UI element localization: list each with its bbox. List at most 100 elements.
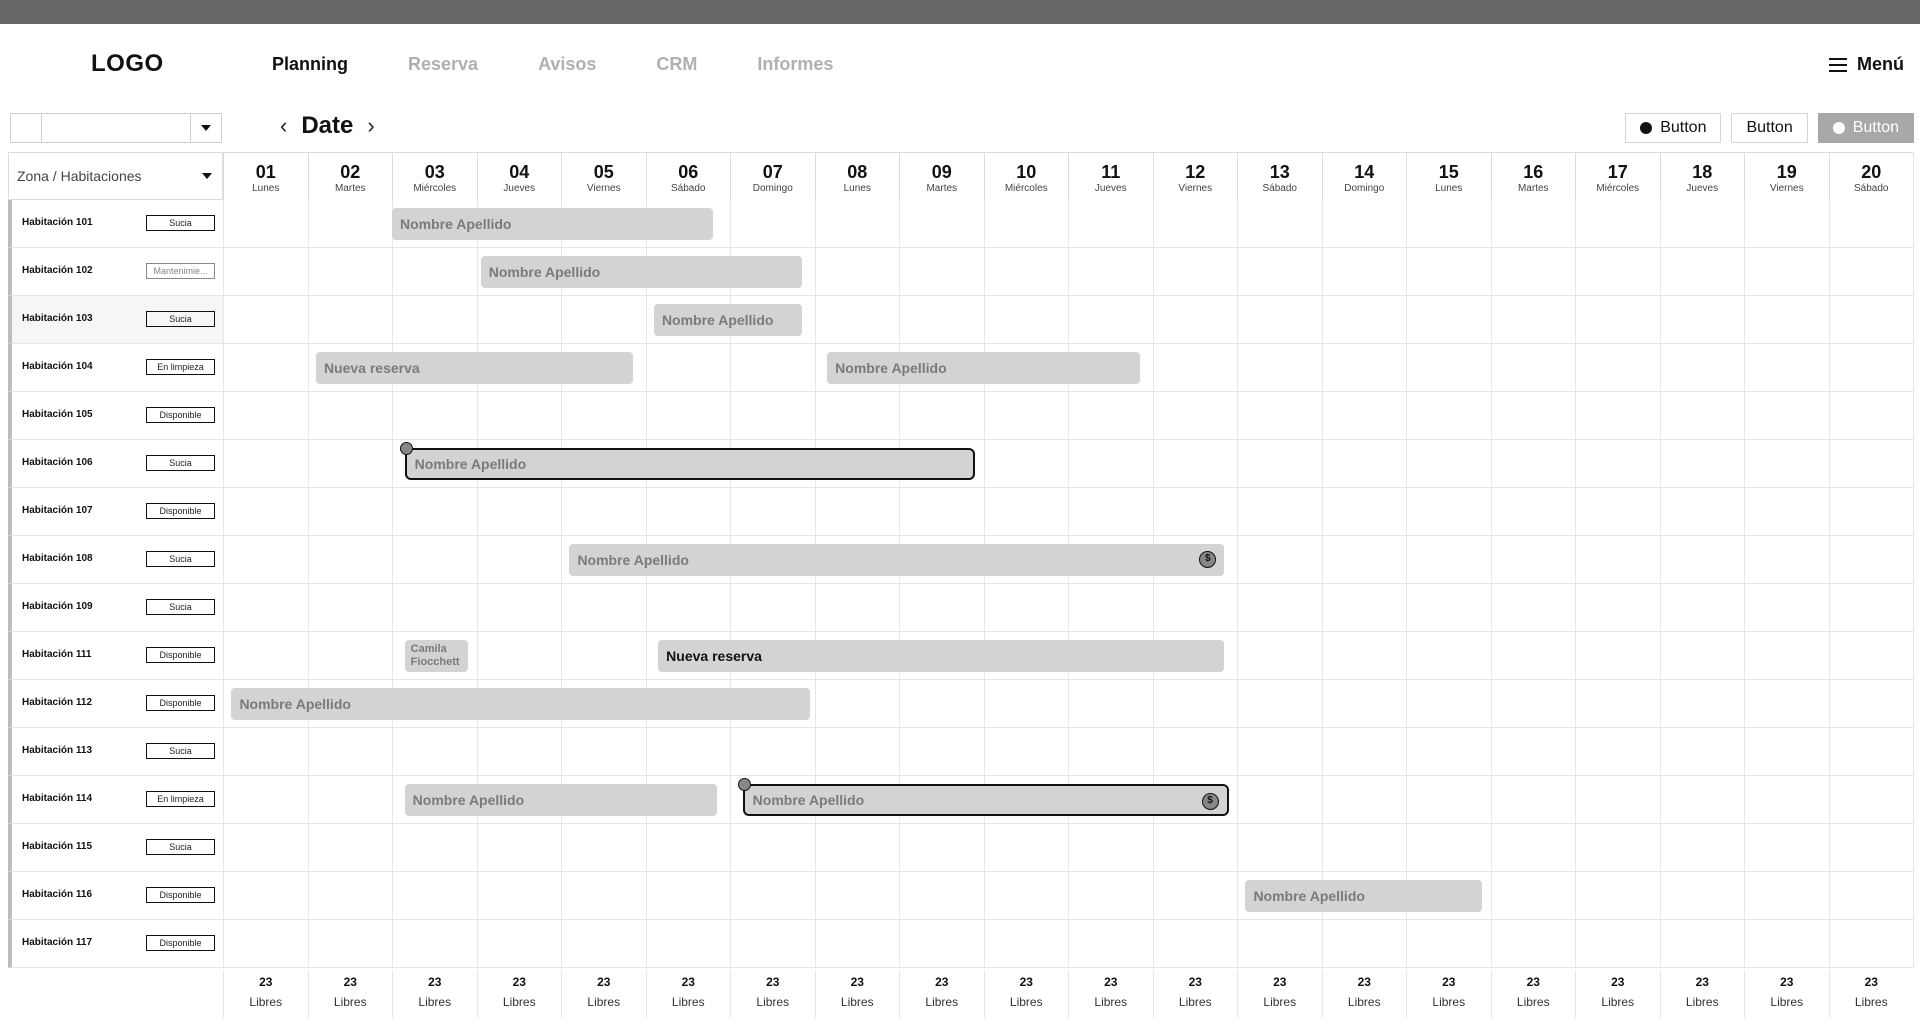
calendar-cell[interactable]: [1744, 680, 1829, 728]
calendar-cell[interactable]: [1237, 488, 1322, 536]
calendar-cell[interactable]: [561, 920, 646, 968]
calendar-cell[interactable]: [1490, 872, 1575, 920]
calendar-cell[interactable]: [1744, 536, 1829, 584]
calendar-cell[interactable]: [899, 200, 984, 248]
calendar-cell[interactable]: [1321, 248, 1406, 296]
calendar-cell[interactable]: [1152, 824, 1237, 872]
calendar-cell[interactable]: [1659, 776, 1744, 824]
calendar-cell[interactable]: [1575, 344, 1660, 392]
secondary-button[interactable]: Button: [1731, 113, 1808, 143]
calendar-cell[interactable]: [223, 200, 308, 248]
nav-informes[interactable]: Informes: [757, 54, 833, 75]
calendar-cell[interactable]: [1406, 392, 1491, 440]
calendar-cell[interactable]: [1152, 344, 1237, 392]
primary-button[interactable]: Button: [1625, 113, 1722, 143]
calendar-cell[interactable]: [307, 776, 392, 824]
calendar-cell[interactable]: [814, 920, 899, 968]
room-status-badge[interactable]: Disponible: [146, 647, 215, 663]
booking-bar[interactable]: Nombre Apellido: [653, 304, 802, 336]
calendar-cell[interactable]: [1406, 680, 1491, 728]
calendar-cell[interactable]: [814, 296, 899, 344]
calendar-cell[interactable]: [1406, 776, 1491, 824]
calendar-cell[interactable]: [1490, 776, 1575, 824]
calendar-cell[interactable]: [1575, 728, 1660, 776]
calendar-cell[interactable]: [1237, 824, 1322, 872]
calendar-cell[interactable]: [307, 920, 392, 968]
room-row-label[interactable]: Habitación 102 Mantenimie...: [8, 248, 223, 296]
calendar-cell[interactable]: [1744, 296, 1829, 344]
calendar-cell[interactable]: [1575, 536, 1660, 584]
calendar-cell[interactable]: [1659, 584, 1744, 632]
calendar-cell[interactable]: [307, 632, 392, 680]
nav-avisos[interactable]: Avisos: [538, 54, 596, 75]
calendar-cell[interactable]: [476, 872, 561, 920]
calendar-cell[interactable]: [1490, 488, 1575, 536]
calendar-cell[interactable]: [983, 680, 1068, 728]
nav-planning[interactable]: Planning: [272, 54, 348, 75]
menu-button[interactable]: Menú: [1829, 54, 1904, 75]
calendar-cell[interactable]: [814, 680, 899, 728]
calendar-cell[interactable]: [1490, 680, 1575, 728]
calendar-cell[interactable]: [1744, 248, 1829, 296]
calendar-cell[interactable]: [223, 776, 308, 824]
room-status-badge[interactable]: Disponible: [146, 695, 215, 711]
calendar-cell[interactable]: [1744, 728, 1829, 776]
room-status-badge[interactable]: Mantenimie...: [146, 263, 215, 279]
room-status-badge[interactable]: En limpieza: [146, 791, 215, 807]
calendar-cell[interactable]: [1237, 200, 1322, 248]
room-row-label[interactable]: Habitación 106 Sucia: [8, 440, 223, 488]
calendar-cell[interactable]: [1828, 872, 1913, 920]
calendar-cell[interactable]: [1237, 392, 1322, 440]
room-row-label[interactable]: Habitación 105 Disponible: [8, 392, 223, 440]
calendar-cell[interactable]: [814, 200, 899, 248]
calendar-cell[interactable]: [1575, 824, 1660, 872]
room-row-label[interactable]: Habitación 116 Disponible: [8, 872, 223, 920]
calendar-cell[interactable]: [730, 200, 815, 248]
calendar-cell[interactable]: [1321, 200, 1406, 248]
calendar-cell[interactable]: [1406, 824, 1491, 872]
calendar-cell[interactable]: [899, 872, 984, 920]
room-status-badge[interactable]: Sucia: [146, 599, 215, 615]
calendar-cell[interactable]: [814, 824, 899, 872]
nav-crm[interactable]: CRM: [656, 54, 697, 75]
calendar-cell[interactable]: [392, 824, 477, 872]
calendar-cell[interactable]: [392, 920, 477, 968]
calendar-cell[interactable]: [1828, 200, 1913, 248]
room-status-badge[interactable]: Sucia: [146, 455, 215, 471]
calendar-cell[interactable]: [1321, 632, 1406, 680]
calendar-cell[interactable]: [1406, 296, 1491, 344]
calendar-cell[interactable]: [1237, 728, 1322, 776]
room-row-label[interactable]: Habitación 115 Sucia: [8, 824, 223, 872]
calendar-cell[interactable]: [1575, 296, 1660, 344]
room-row-label[interactable]: Habitación 113 Sucia: [8, 728, 223, 776]
calendar-cell[interactable]: [1828, 248, 1913, 296]
calendar-cell[interactable]: [1575, 584, 1660, 632]
calendar-cell[interactable]: [1828, 296, 1913, 344]
calendar-cell[interactable]: [899, 728, 984, 776]
room-status-badge[interactable]: Disponible: [146, 503, 215, 519]
calendar-cell[interactable]: [1659, 920, 1744, 968]
calendar-cell[interactable]: [730, 824, 815, 872]
calendar-cell[interactable]: [1406, 584, 1491, 632]
room-row-label[interactable]: Habitación 114 En limpieza: [8, 776, 223, 824]
filter-select-value[interactable]: [42, 114, 191, 142]
calendar-cell[interactable]: [223, 728, 308, 776]
calendar-cell[interactable]: [1068, 872, 1153, 920]
calendar-cell[interactable]: [1152, 488, 1237, 536]
calendar-cell[interactable]: [223, 872, 308, 920]
calendar-cell[interactable]: [1406, 344, 1491, 392]
calendar-cell[interactable]: [1406, 488, 1491, 536]
room-row-label[interactable]: Habitación 109 Sucia: [8, 584, 223, 632]
calendar-cell[interactable]: [1828, 344, 1913, 392]
room-row-label[interactable]: Habitación 107 Disponible: [8, 488, 223, 536]
calendar-cell[interactable]: [1490, 536, 1575, 584]
calendar-cell[interactable]: [561, 584, 646, 632]
booking-bar[interactable]: Nueva reserva: [315, 352, 633, 384]
calendar-cell[interactable]: [1490, 584, 1575, 632]
calendar-cell[interactable]: [1152, 296, 1237, 344]
calendar-cell[interactable]: [223, 344, 308, 392]
calendar-cell[interactable]: [1490, 440, 1575, 488]
calendar-cell[interactable]: [1490, 920, 1575, 968]
calendar-cell[interactable]: [1321, 728, 1406, 776]
calendar-cell[interactable]: [645, 584, 730, 632]
